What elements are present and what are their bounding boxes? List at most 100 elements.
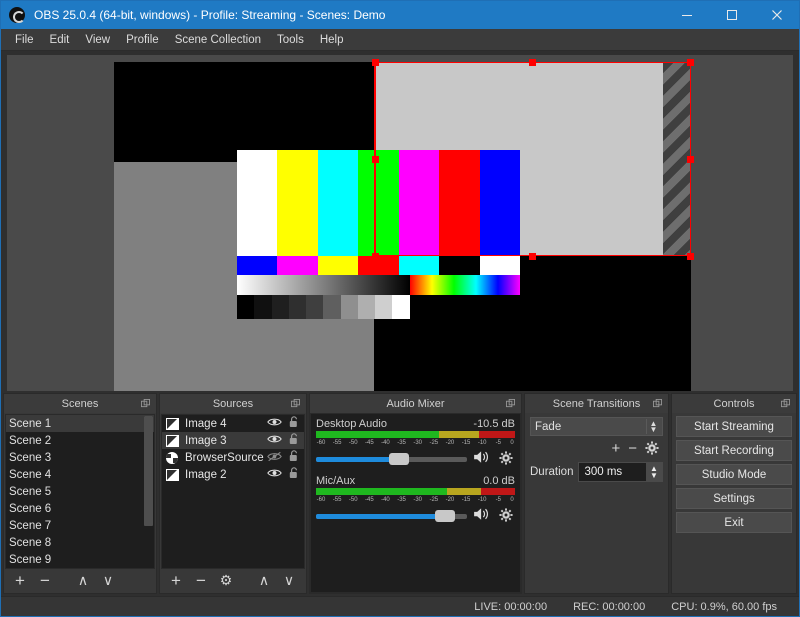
scene-list-item[interactable]: Scene 3 bbox=[6, 449, 154, 466]
dock-row: Scenes Scene 1 Scene 2 Scene 3 Scene 4 S… bbox=[1, 393, 799, 596]
audio-channel-level: 0.0 dB bbox=[483, 475, 515, 487]
menu-item-scene-collection[interactable]: Scene Collection bbox=[167, 32, 269, 48]
exit-button[interactable]: Exit bbox=[676, 512, 792, 533]
audio-level-meter bbox=[316, 431, 515, 438]
start-recording-button[interactable]: Start Recording bbox=[676, 440, 792, 461]
preview-canvas[interactable] bbox=[7, 55, 793, 391]
tick-label: -60 bbox=[316, 440, 326, 446]
scenes-toolbar: + − ∧ ∨ bbox=[5, 569, 155, 592]
source-lock-icon[interactable] bbox=[284, 450, 304, 465]
gear-icon[interactable] bbox=[497, 450, 515, 468]
studio-mode-button[interactable]: Studio Mode bbox=[676, 464, 792, 485]
close-icon[interactable] bbox=[754, 1, 799, 29]
scene-list-item[interactable]: Scene 5 bbox=[6, 483, 154, 500]
sources-list[interactable]: Image 4 Image 3 BrowserSource Image 2 bbox=[161, 414, 305, 569]
start-streaming-button[interactable]: Start Streaming bbox=[676, 416, 792, 437]
volume-slider[interactable] bbox=[316, 452, 467, 466]
scene-list-item[interactable]: Scene 1 bbox=[6, 415, 154, 432]
selection-bounding-box[interactable] bbox=[374, 62, 691, 256]
source-properties-button[interactable]: ⚙ bbox=[215, 571, 237, 591]
undock-icon[interactable] bbox=[291, 399, 300, 408]
move-scene-down-button[interactable]: ∨ bbox=[97, 571, 119, 591]
undock-icon[interactable] bbox=[653, 399, 662, 408]
undock-icon[interactable] bbox=[506, 399, 515, 408]
scenes-list[interactable]: Scene 1 Scene 2 Scene 3 Scene 4 Scene 5 … bbox=[5, 414, 155, 569]
tick-label: -35 bbox=[397, 497, 406, 503]
volume-slider-knob[interactable] bbox=[435, 510, 456, 522]
source-lock-icon[interactable] bbox=[284, 467, 304, 482]
scene-transitions-title-label: Scene Transitions bbox=[552, 397, 641, 410]
source-list-item[interactable]: Image 4 bbox=[162, 415, 304, 432]
scene-list-item[interactable]: Scene 2 bbox=[6, 432, 154, 449]
source-visibility-icon[interactable] bbox=[264, 434, 284, 447]
remove-scene-button[interactable]: − bbox=[34, 571, 56, 591]
tick-label: -5 bbox=[495, 440, 501, 446]
chevron-updown-icon[interactable]: ▲ ▼ bbox=[646, 419, 660, 434]
add-scene-button[interactable]: + bbox=[9, 571, 31, 591]
menu-item-profile[interactable]: Profile bbox=[118, 32, 167, 48]
tick-label: -60 bbox=[316, 497, 326, 503]
controls-dock: Controls Start Streaming Start Recording… bbox=[671, 393, 797, 594]
menu-item-view[interactable]: View bbox=[77, 32, 118, 48]
audio-slider-row bbox=[316, 450, 515, 468]
source-name: Image 3 bbox=[185, 434, 227, 447]
resize-handle-top-right[interactable] bbox=[687, 59, 694, 66]
tick-label: -20 bbox=[445, 497, 455, 503]
tick-label: -15 bbox=[461, 440, 471, 446]
minimize-icon[interactable] bbox=[664, 1, 709, 29]
volume-slider[interactable] bbox=[316, 509, 467, 523]
move-source-up-button[interactable]: ∧ bbox=[253, 571, 275, 591]
menu-item-tools[interactable]: Tools bbox=[269, 32, 312, 48]
scenes-scrollbar-thumb[interactable] bbox=[144, 416, 153, 526]
source-visibility-hidden-icon[interactable] bbox=[264, 451, 284, 465]
gear-icon[interactable] bbox=[497, 507, 515, 525]
undock-icon[interactable] bbox=[141, 399, 150, 408]
source-visibility-icon[interactable] bbox=[264, 417, 284, 430]
scene-list-item[interactable]: Scene 6 bbox=[6, 500, 154, 517]
menu-item-file[interactable]: File bbox=[7, 32, 42, 48]
transition-select[interactable]: Fade ▲ ▼ bbox=[530, 417, 663, 436]
region-black-top bbox=[114, 62, 374, 162]
tick-label: -55 bbox=[332, 497, 342, 503]
scene-list-item[interactable]: Scene 4 bbox=[6, 466, 154, 483]
source-list-item[interactable]: Image 2 bbox=[162, 466, 304, 483]
source-lock-icon[interactable] bbox=[284, 433, 304, 448]
resize-handle-top-center[interactable] bbox=[529, 59, 536, 66]
menu-bar: File Edit View Profile Scene Collection … bbox=[1, 29, 799, 51]
settings-button[interactable]: Settings bbox=[676, 488, 792, 509]
spinner-arrows-icon[interactable]: ▲ ▼ bbox=[646, 463, 662, 481]
maximize-icon[interactable] bbox=[709, 1, 754, 29]
resize-handle-bottom-left[interactable] bbox=[372, 253, 379, 260]
speaker-icon[interactable] bbox=[472, 507, 492, 525]
source-lock-icon[interactable] bbox=[284, 416, 304, 431]
remove-transition-button[interactable]: − bbox=[628, 440, 637, 457]
duration-input[interactable]: 300 ms ▲ ▼ bbox=[578, 462, 663, 482]
source-visibility-icon[interactable] bbox=[264, 468, 284, 481]
scene-transitions-body: Fade ▲ ▼ + − Duration 300 ms ▲ ▼ bbox=[525, 413, 668, 593]
scene-list-item[interactable]: Scene 8 bbox=[6, 534, 154, 551]
undock-icon[interactable] bbox=[781, 399, 790, 408]
source-list-item[interactable]: BrowserSource bbox=[162, 449, 304, 466]
resize-handle-middle-left[interactable] bbox=[372, 156, 379, 163]
resize-handle-bottom-right[interactable] bbox=[687, 253, 694, 260]
scene-transitions-dock-title: Scene Transitions bbox=[525, 394, 668, 413]
transition-properties-button[interactable] bbox=[645, 440, 659, 457]
resize-handle-top-left[interactable] bbox=[372, 59, 379, 66]
resize-handle-bottom-center[interactable] bbox=[529, 253, 536, 260]
scene-list-item[interactable]: Scene 7 bbox=[6, 517, 154, 534]
menu-item-help[interactable]: Help bbox=[312, 32, 352, 48]
move-source-down-button[interactable]: ∨ bbox=[278, 571, 300, 591]
remove-source-button[interactable]: − bbox=[190, 571, 212, 591]
scenes-dock-body: Scene 1 Scene 2 Scene 3 Scene 4 Scene 5 … bbox=[4, 413, 156, 593]
move-scene-up-button[interactable]: ∧ bbox=[72, 571, 94, 591]
menu-item-edit[interactable]: Edit bbox=[42, 32, 78, 48]
scenes-scrollbar[interactable] bbox=[144, 416, 153, 567]
scene-list-item[interactable]: Scene 9 bbox=[6, 551, 154, 568]
grayscale-gradient bbox=[237, 274, 410, 295]
source-list-item[interactable]: Image 3 bbox=[162, 432, 304, 449]
volume-slider-knob[interactable] bbox=[389, 453, 410, 465]
add-source-button[interactable]: + bbox=[165, 571, 187, 591]
add-transition-button[interactable]: + bbox=[611, 440, 620, 457]
speaker-icon[interactable] bbox=[472, 450, 492, 468]
resize-handle-middle-right[interactable] bbox=[687, 156, 694, 163]
